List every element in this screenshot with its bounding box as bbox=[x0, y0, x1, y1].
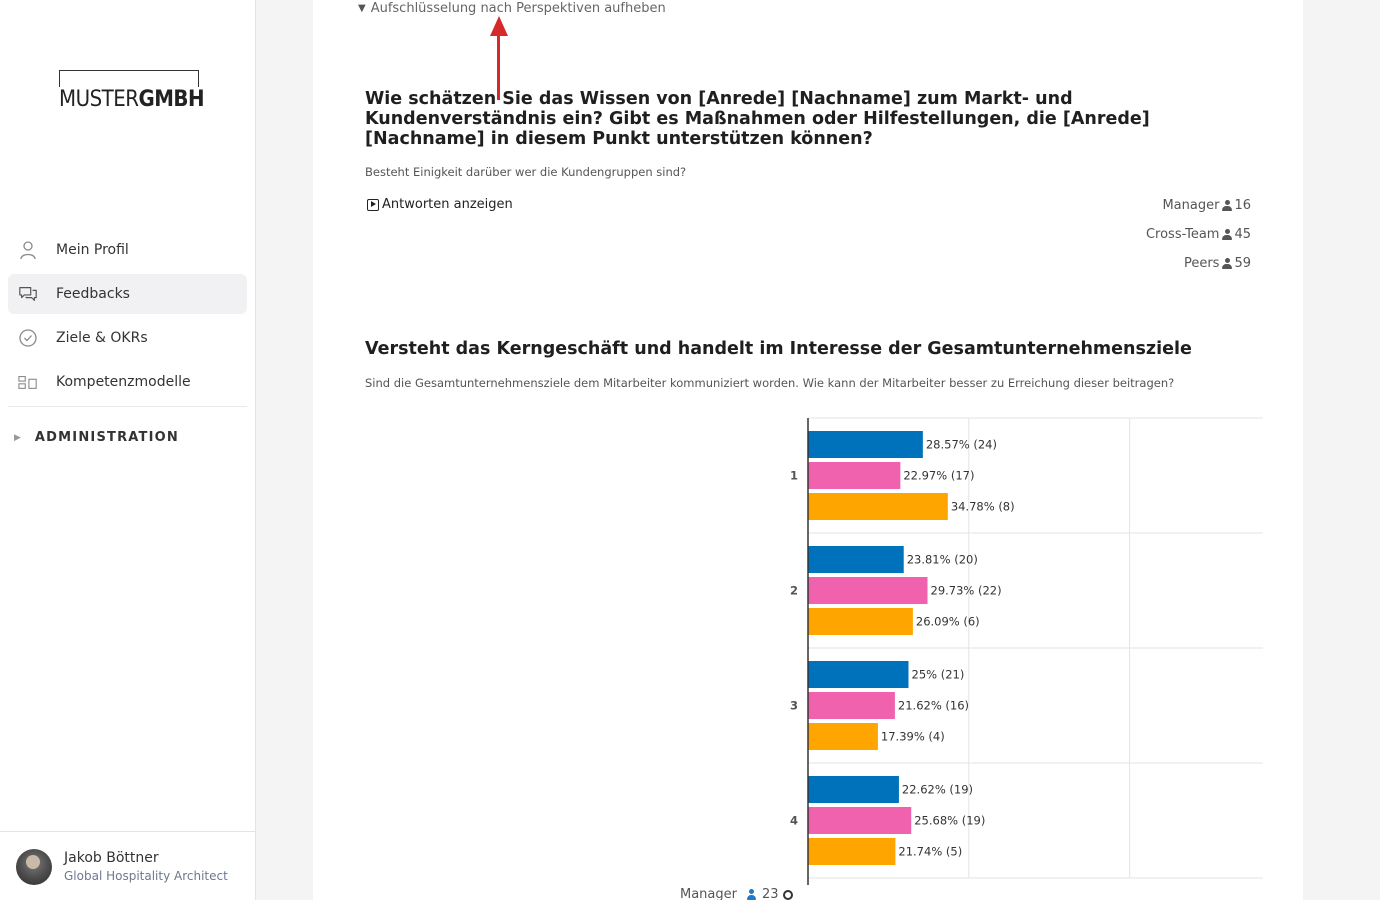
user-name: Jakob Böttner bbox=[64, 850, 159, 866]
category-label: 4 bbox=[790, 814, 798, 828]
bar-data-label: 21.62% (16) bbox=[898, 699, 969, 713]
bar bbox=[808, 546, 904, 573]
question-description: Besteht Einigkeit darüber wer die Kunden… bbox=[365, 165, 687, 179]
bar bbox=[808, 692, 895, 719]
nav-divider bbox=[8, 406, 247, 407]
bar-data-label: 17.39% (4) bbox=[881, 730, 945, 744]
logo-text: MUSTERGMBH bbox=[59, 87, 205, 113]
question-title: Wie schätzen Sie das Wissen von [Anrede]… bbox=[365, 89, 1150, 149]
play-square-icon bbox=[367, 198, 379, 211]
chart-legend-peek: Manager 23 bbox=[680, 887, 793, 900]
bar-data-label: 21.74% (5) bbox=[898, 845, 962, 859]
category-label: 2 bbox=[790, 584, 798, 598]
modules-icon bbox=[18, 372, 38, 392]
bar bbox=[808, 608, 913, 635]
person-icon bbox=[746, 889, 756, 900]
perspective-label: Peers bbox=[1183, 256, 1220, 271]
question-title: Versteht das Kerngeschäft und handelt im… bbox=[365, 339, 1192, 359]
bar bbox=[808, 776, 899, 803]
perspective-manager: Manager 16 bbox=[1162, 198, 1251, 213]
user-profile[interactable]: Jakob Böttner Global Hospitality Archite… bbox=[0, 831, 255, 900]
person-icon bbox=[1222, 200, 1233, 211]
bar bbox=[808, 838, 896, 865]
perspective-label: Cross-Team bbox=[1145, 227, 1220, 242]
bar-data-label: 34.78% (8) bbox=[951, 500, 1015, 514]
avatar bbox=[16, 849, 52, 885]
breakdown-toggle-label: Aufschlüsselung nach Perspektiven aufheb… bbox=[370, 1, 666, 16]
nav-item-mein-profil[interactable]: Mein Profil bbox=[8, 230, 247, 270]
bar-data-label: 28.57% (24) bbox=[926, 438, 997, 452]
bar-data-label: 22.97% (17) bbox=[903, 469, 974, 483]
bar-data-label: 22.62% (19) bbox=[902, 783, 973, 797]
person-icon bbox=[1222, 258, 1233, 269]
nav-label: Feedbacks bbox=[56, 286, 130, 302]
nav-item-feedbacks[interactable]: Feedbacks bbox=[8, 274, 247, 314]
bar bbox=[808, 807, 912, 834]
question-description: Sind die Gesamtunternehmensziele dem Mit… bbox=[365, 376, 1175, 390]
user-role: Global Hospitality Architect bbox=[64, 869, 228, 883]
bar-data-label: 23.81% (20) bbox=[907, 553, 978, 567]
sidebar: MUSTERGMBH Mein Profil Feedbacks Ziele &… bbox=[0, 0, 256, 900]
bar-data-label: 26.09% (6) bbox=[916, 615, 980, 629]
nav-label: Kompetenzmodelle bbox=[56, 374, 191, 390]
nav-label: Mein Profil bbox=[56, 242, 129, 258]
perspective-count: 59 bbox=[1234, 256, 1251, 271]
company-logo[interactable]: MUSTERGMBH bbox=[59, 70, 205, 113]
check-circle-icon bbox=[18, 328, 38, 348]
caret-right-icon: ▶ bbox=[14, 432, 21, 443]
chevron-down-icon: ▼ bbox=[358, 3, 366, 14]
admin-label: ADMINISTRATION bbox=[34, 430, 179, 445]
category-label: 1 bbox=[790, 469, 798, 483]
person-icon bbox=[1222, 229, 1233, 240]
chat-icon bbox=[18, 284, 38, 304]
bar bbox=[808, 661, 909, 688]
search-icon[interactable] bbox=[782, 889, 793, 900]
perspective-cross-team: Cross-Team 45 bbox=[1146, 227, 1251, 242]
nav-item-kompetenzmodelle[interactable]: Kompetenzmodelle bbox=[8, 362, 247, 402]
bar bbox=[808, 493, 948, 520]
bar bbox=[808, 431, 923, 458]
annotation-arrow-head bbox=[490, 16, 508, 36]
feedback-report-card: ▼ Aufschlüsselung nach Perspektiven aufh… bbox=[313, 0, 1303, 900]
bar-data-label: 25.68% (19) bbox=[914, 814, 985, 828]
perspective-peers: Peers 59 bbox=[1184, 256, 1251, 271]
response-bar-chart: 1 28.57% (24) 22.97% (17) 34.78% (8) 2 23.81%… bbox=[773, 410, 1263, 885]
chart-svg: 1 28.57% (24) 22.97% (17) 34.78% (8) 2 23.81%… bbox=[790, 417, 1263, 885]
category-label: 3 bbox=[790, 699, 798, 713]
perspective-count: 45 bbox=[1234, 227, 1251, 242]
bar-data-label: 29.73% (22) bbox=[931, 584, 1002, 598]
legend-label: Manager bbox=[680, 887, 737, 900]
user-icon bbox=[18, 240, 38, 260]
bar-data-label: 25% (21) bbox=[912, 668, 965, 682]
legend-count: 23 bbox=[761, 887, 779, 900]
logo-text-gmbh: GMBH bbox=[138, 87, 205, 112]
bar bbox=[808, 723, 878, 750]
logo-text-muster: MUSTER bbox=[59, 87, 139, 112]
show-answers-button[interactable]: Antworten anzeigen bbox=[367, 197, 513, 212]
perspective-label: Manager bbox=[1162, 198, 1220, 213]
bar bbox=[808, 577, 928, 604]
perspective-count: 16 bbox=[1234, 198, 1251, 213]
bar bbox=[808, 462, 901, 489]
admin-section-toggle[interactable]: ▶ ADMINISTRATION bbox=[14, 430, 179, 445]
show-answers-label: Antworten anzeigen bbox=[382, 197, 513, 212]
main-nav: Mein Profil Feedbacks Ziele & OKRs Kompe… bbox=[8, 230, 247, 407]
nav-label: Ziele & OKRs bbox=[56, 330, 148, 346]
breakdown-toggle[interactable]: ▼ Aufschlüsselung nach Perspektiven aufh… bbox=[358, 1, 666, 16]
nav-item-ziele-okrs[interactable]: Ziele & OKRs bbox=[8, 318, 247, 358]
